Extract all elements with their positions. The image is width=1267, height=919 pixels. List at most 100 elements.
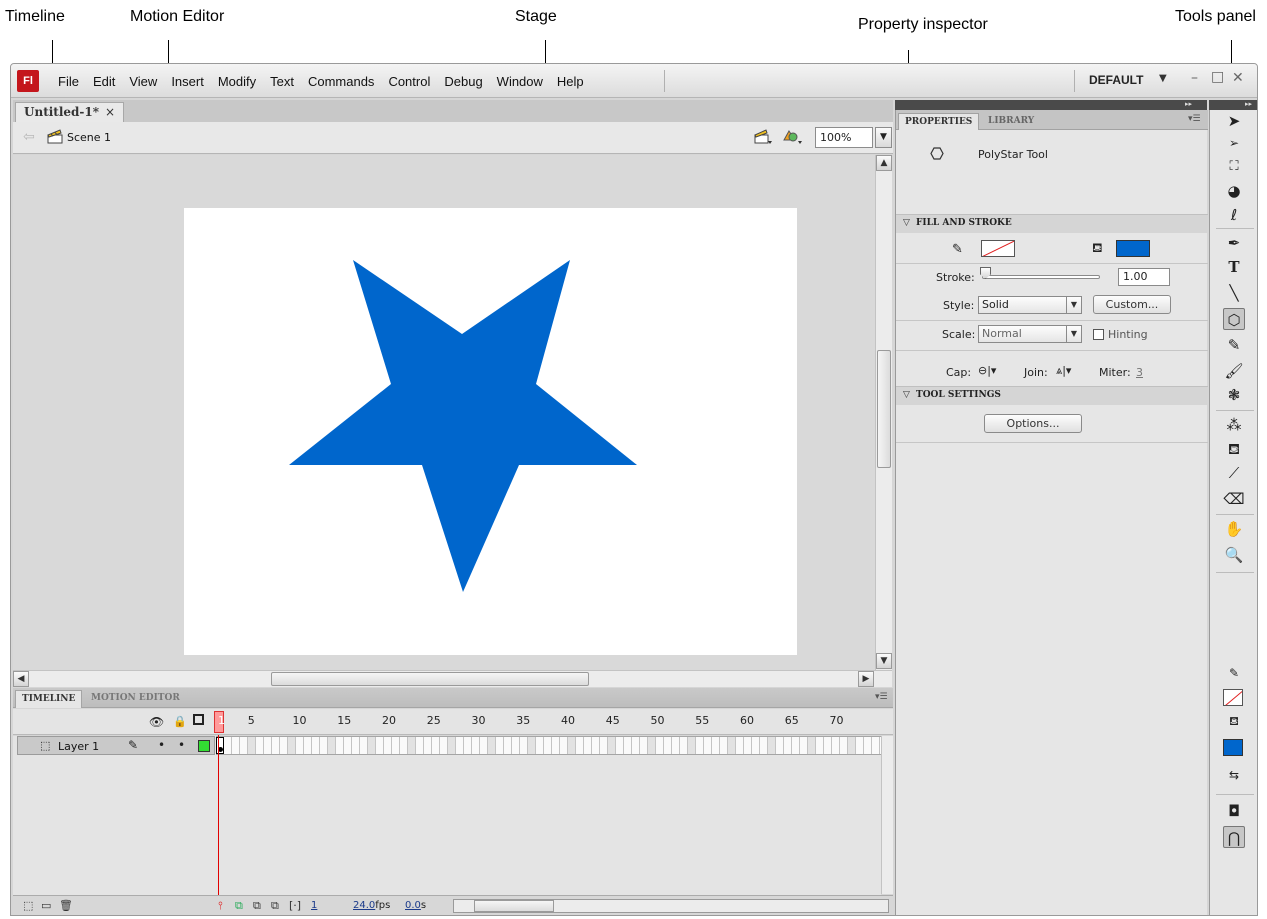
pencil-tool-icon[interactable]: ✎ [1223, 334, 1245, 356]
frame-rate[interactable]: 24.0fps [353, 900, 390, 911]
fill-color-swatch[interactable] [1116, 240, 1150, 257]
subselection-tool-icon[interactable]: ➢ [1223, 132, 1245, 154]
style-select[interactable]: Solid ▼ [978, 296, 1082, 314]
swap-colors-icon[interactable]: ⇆ [1223, 764, 1245, 786]
text-tool-icon[interactable]: T [1223, 256, 1245, 278]
menu-window[interactable]: Window [490, 74, 550, 89]
menu-text[interactable]: Text [263, 74, 301, 89]
menu-modify[interactable]: Modify [211, 74, 263, 89]
deco-tool-icon[interactable]: ❃ [1223, 384, 1245, 406]
eye-icon[interactable]: 👁 [149, 715, 164, 729]
minimize-button[interactable]: – [1191, 70, 1198, 86]
free-transform-tool-icon[interactable]: ⛶ [1223, 156, 1245, 178]
section-tool-settings[interactable]: ▽ TOOL SETTINGS [896, 386, 1208, 405]
stroke-width-input[interactable]: 1.00 [1118, 268, 1170, 286]
layer-row[interactable]: ⬚ Layer 1 ✎ • • [13, 736, 881, 755]
close-window-button[interactable]: ✕ [1232, 70, 1244, 86]
zoom-dropdown-button[interactable]: ▼ [875, 127, 892, 148]
frame-cells[interactable] [216, 736, 881, 755]
hinting-checkbox[interactable] [1093, 329, 1104, 340]
stage-horizontal-scrollbar[interactable]: ◀ ▶ [13, 670, 892, 687]
line-tool-icon[interactable]: ╲ [1223, 282, 1245, 304]
zoom-input[interactable]: 100% [815, 127, 873, 148]
center-frame-icon[interactable]: ⫯ [218, 899, 223, 913]
maximize-button[interactable]: □ [1211, 69, 1224, 85]
paint-bucket-tool-icon[interactable]: ⛾ [1223, 438, 1245, 460]
panel-menu-icon[interactable]: ▾☰ [875, 692, 888, 702]
current-frame[interactable]: 1 [311, 900, 317, 911]
tool-stroke-color-swatch[interactable] [1223, 689, 1243, 706]
section-fill-and-stroke[interactable]: ▽ FILL AND STROKE [896, 214, 1208, 233]
timeline-horizontal-scrollbar[interactable] [453, 899, 889, 913]
scroll-down-button[interactable]: ▼ [876, 653, 892, 669]
properties-panel-menu-icon[interactable]: ▾☰ [1188, 114, 1201, 124]
stage[interactable] [184, 208, 797, 655]
onion-skin-icon[interactable]: ⧉ [235, 899, 243, 913]
collapse-triangle-icon[interactable]: ▽ [903, 390, 910, 400]
edit-multiple-frames-icon[interactable]: ⧉ [271, 899, 279, 913]
miter-value[interactable]: 3 [1136, 366, 1143, 379]
lasso-tool-icon[interactable]: ℓ [1223, 204, 1245, 226]
document-tab[interactable]: Untitled-1* × [15, 102, 125, 122]
3d-rotation-tool-icon[interactable]: ◕ [1223, 180, 1245, 202]
tab-timeline[interactable]: TIMELINE [15, 690, 83, 708]
menu-debug[interactable]: Debug [437, 74, 489, 89]
menu-insert[interactable]: Insert [164, 74, 211, 89]
delete-icon[interactable]: 🗑 [59, 899, 73, 912]
menu-view[interactable]: View [122, 74, 164, 89]
scroll-left-button[interactable]: ◀ [13, 671, 29, 687]
layer-outline-color[interactable] [198, 740, 210, 752]
star-shape[interactable] [184, 208, 797, 655]
snap-to-objects-icon[interactable]: ⋂ [1223, 826, 1245, 848]
polystar-tool-icon[interactable]: ⬡ [1223, 308, 1245, 330]
lock-icon[interactable]: 🔒 [173, 715, 187, 728]
stage-vertical-scroll-thumb[interactable] [877, 350, 891, 468]
tool-fill-color-swatch[interactable] [1223, 739, 1243, 756]
scale-select[interactable]: Normal ▼ [978, 325, 1082, 343]
timeline-horizontal-scroll-thumb[interactable] [474, 900, 554, 912]
selection-tool-icon[interactable]: ➤ [1223, 110, 1245, 132]
menu-file[interactable]: File [51, 74, 86, 89]
edit-scene-icon[interactable] [753, 128, 773, 146]
stage-vertical-scrollbar[interactable]: ▲ ▼ [875, 155, 892, 670]
scroll-up-button[interactable]: ▲ [876, 155, 892, 171]
modify-markers-icon[interactable]: [·] [289, 899, 301, 912]
custom-button[interactable]: Custom... [1093, 295, 1171, 314]
new-layer-icon[interactable]: ⬚ [23, 899, 33, 912]
new-folder-icon[interactable]: ▭ [41, 899, 51, 912]
pen-tool-icon[interactable]: ✒ [1223, 232, 1245, 254]
timeline-vertical-scrollbar[interactable] [881, 736, 893, 894]
cap-style-icon[interactable]: ⊖|▾ [978, 364, 996, 377]
chevron-down-icon[interactable]: ▼ [1159, 73, 1167, 84]
menu-commands[interactable]: Commands [301, 74, 381, 89]
workspace-switcher[interactable]: DEFAULT [1089, 73, 1143, 87]
edit-symbols-icon[interactable] [783, 128, 803, 146]
brush-tool-icon[interactable]: 🖌 [1223, 360, 1245, 382]
hand-tool-icon[interactable]: ✋ [1223, 518, 1245, 540]
lock-dot[interactable]: • [178, 738, 185, 752]
chevron-down-icon[interactable]: ▼ [1066, 297, 1081, 313]
stage-horizontal-scroll-thumb[interactable] [271, 672, 589, 686]
menu-control[interactable]: Control [381, 74, 437, 89]
collapse-triangle-icon[interactable]: ▽ [903, 218, 910, 228]
back-arrow-icon[interactable]: ⇦ [23, 129, 35, 145]
tab-library[interactable]: LIBRARY [982, 113, 1040, 130]
menu-help[interactable]: Help [550, 74, 591, 89]
zoom-tool-icon[interactable]: 🔍 [1223, 544, 1245, 566]
stroke-slider-track[interactable] [982, 275, 1100, 279]
bone-tool-icon[interactable]: ⁂ [1223, 414, 1245, 436]
object-drawing-icon[interactable]: ◘ [1223, 800, 1245, 822]
elapsed-time[interactable]: 0.0s [405, 900, 426, 911]
eyedropper-tool-icon[interactable]: ⟋ [1223, 462, 1245, 484]
eraser-tool-icon[interactable]: ⌫ [1223, 488, 1245, 510]
layer-name-cell[interactable]: ⬚ Layer 1 ✎ • • [17, 736, 215, 755]
onion-skin-outlines-icon[interactable]: ⧉ [253, 899, 261, 913]
collapse-icon[interactable]: ▸▸ [1185, 100, 1192, 108]
join-style-icon[interactable]: ⩓|▾ [1056, 364, 1071, 378]
stroke-color-swatch[interactable] [981, 240, 1015, 257]
chevron-down-icon[interactable]: ▼ [1066, 326, 1081, 342]
visibility-dot[interactable]: • [158, 738, 165, 752]
options-button[interactable]: Options... [984, 414, 1082, 433]
close-tab-icon[interactable]: × [105, 105, 115, 119]
tab-motion-editor[interactable]: MOTION EDITOR [85, 690, 186, 708]
